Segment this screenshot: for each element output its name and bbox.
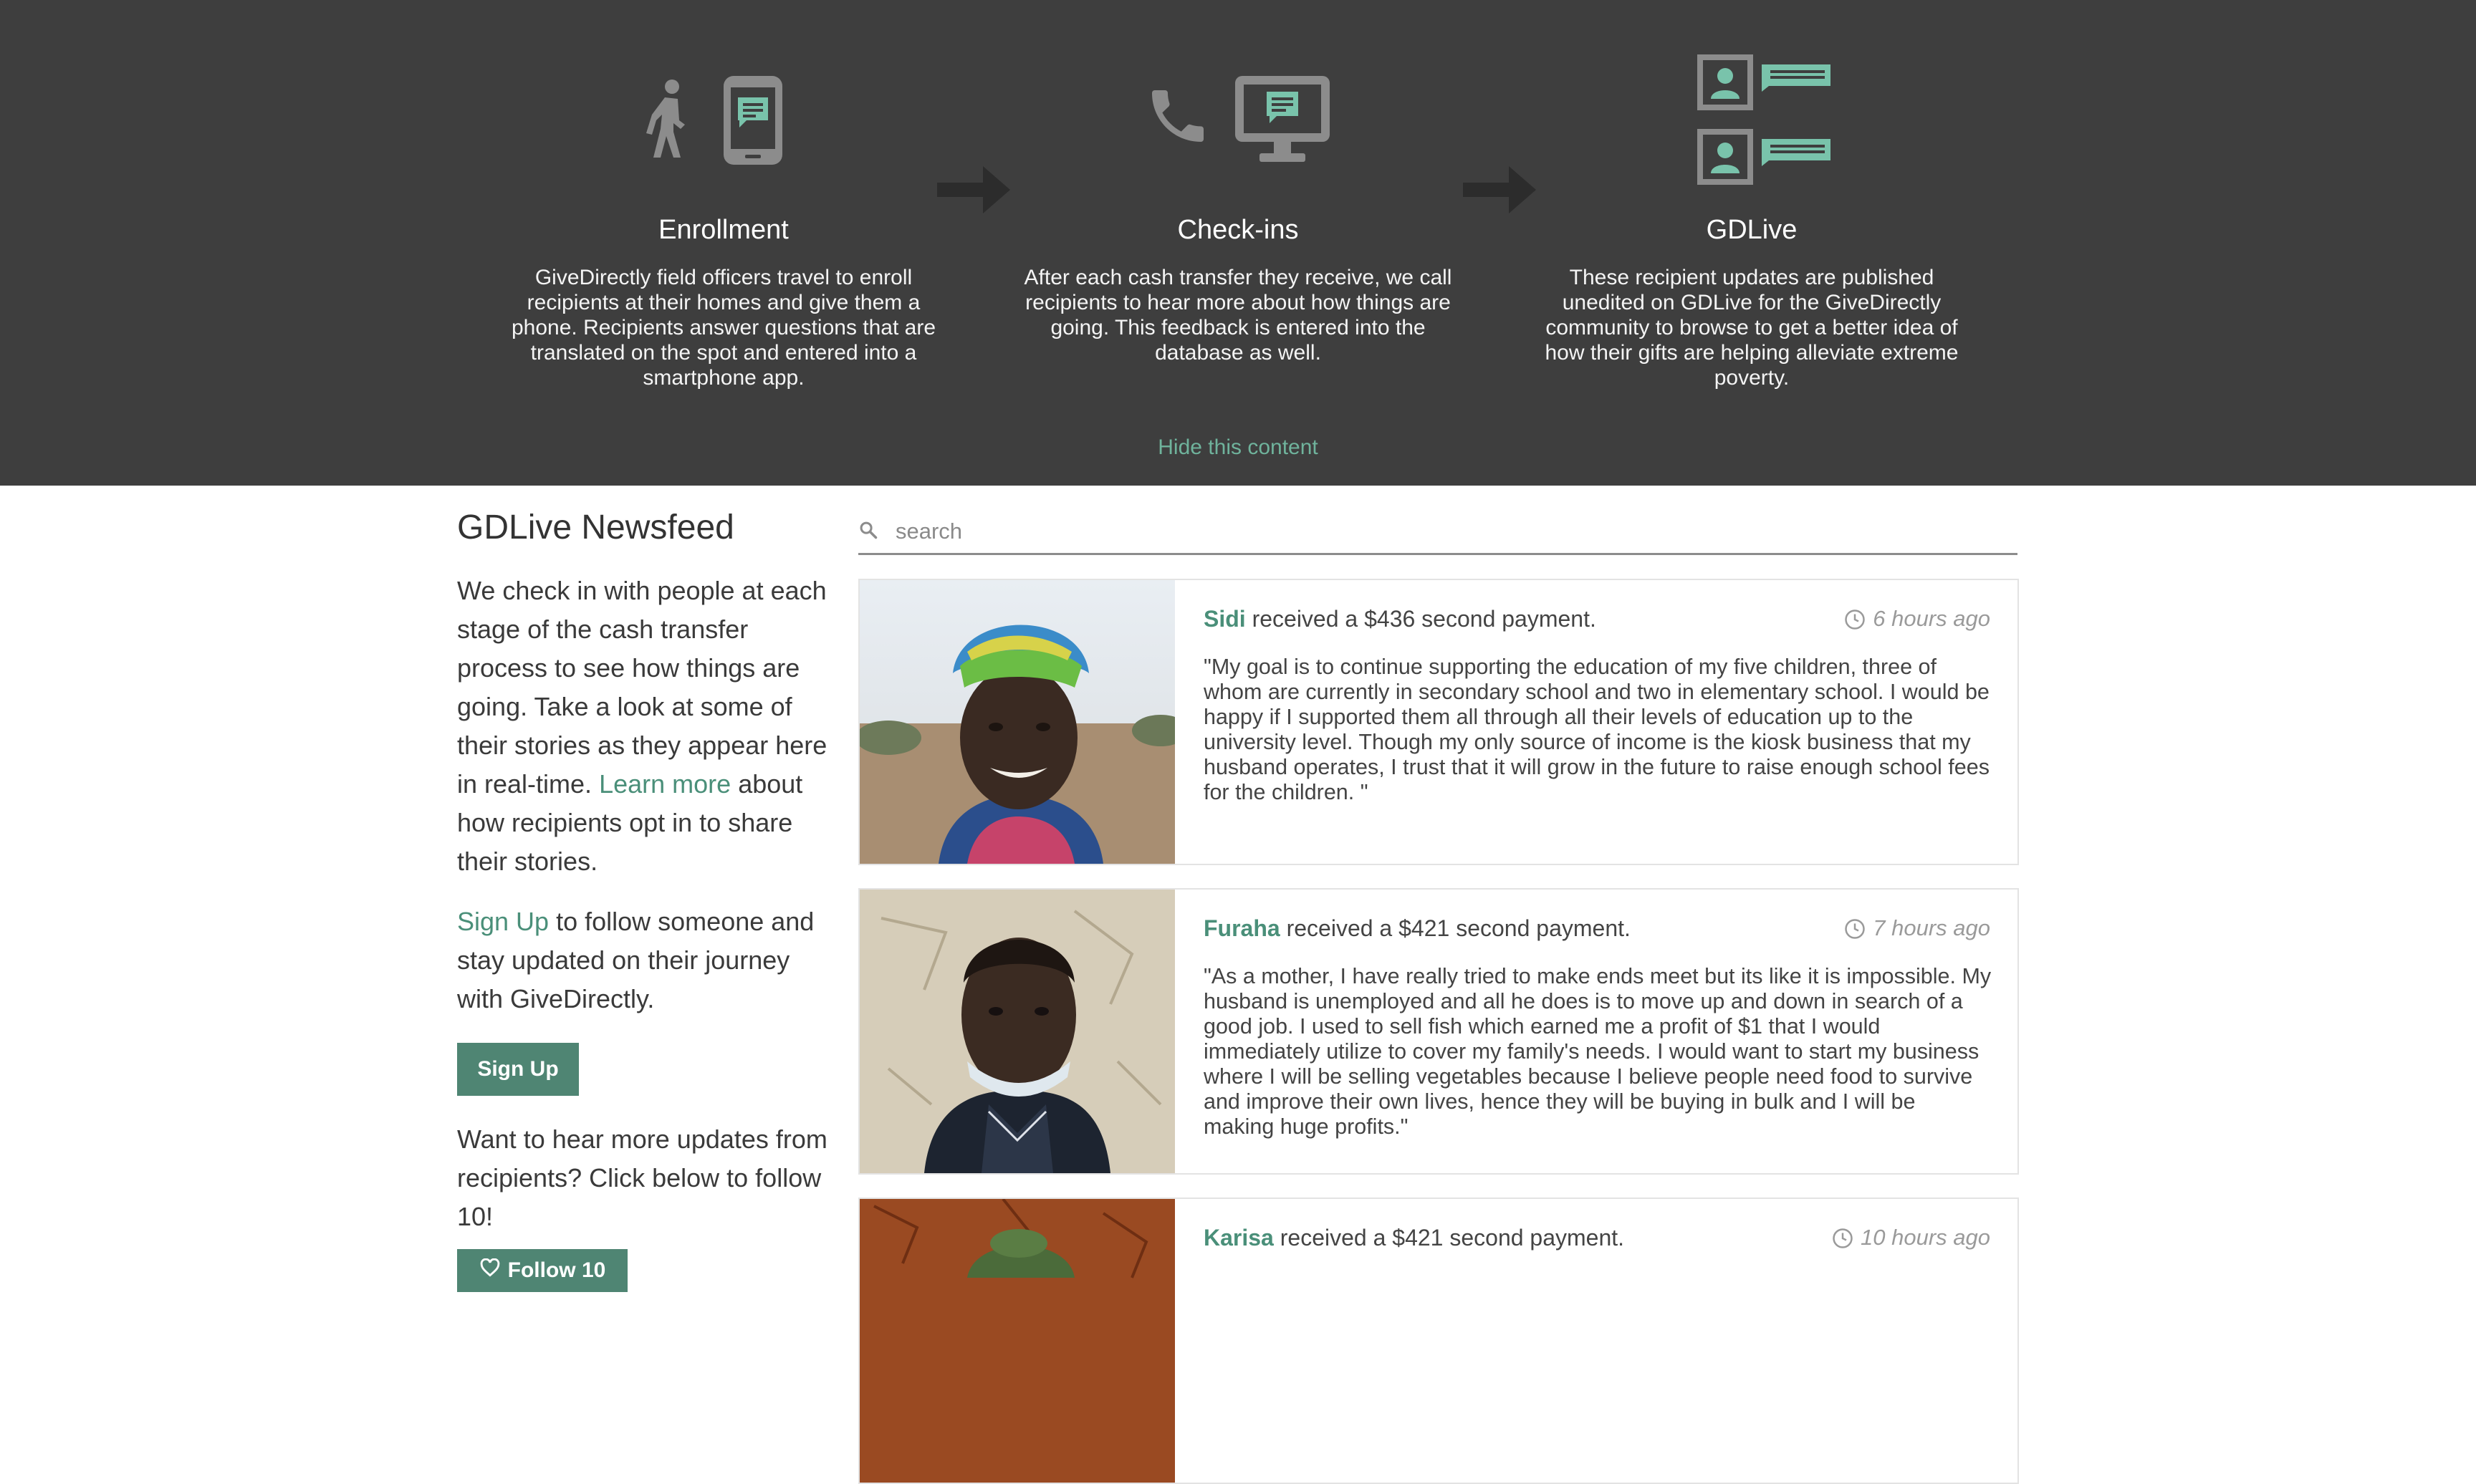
follow-10-button[interactable]: Follow 10 [457, 1249, 628, 1292]
step-enrollment-icons [494, 50, 953, 179]
recipient-photo[interactable] [860, 1199, 1175, 1483]
step-gdlive-icons [1522, 50, 1981, 185]
clock-icon [1845, 610, 1866, 630]
intro-text: We check in with people at each stage of… [457, 572, 830, 881]
step-description: GiveDirectly field officers travel to en… [511, 266, 936, 390]
recipient-name-link[interactable]: Furaha [1204, 915, 1280, 941]
recipient-photo-image [860, 1199, 1175, 1483]
update-action: received a $436 second payment. [1252, 606, 1596, 632]
recipient-photo-image [860, 580, 1175, 864]
step-check-ins-icons [1009, 50, 1467, 179]
timestamp: 10 hours ago [1832, 1225, 1990, 1251]
search-input[interactable] [894, 514, 2000, 549]
recipient-photo[interactable] [860, 580, 1175, 864]
phone-icon [1152, 90, 1204, 142]
clock-icon [1833, 1228, 1853, 1248]
timestamp: 7 hours ago [1844, 915, 1990, 941]
step-description: These recipient updates are published un… [1545, 266, 1959, 390]
feed-card[interactable]: Sidi received a $436 second payment. 6 h… [858, 579, 2019, 865]
recipient-photo-image [860, 890, 1175, 1173]
recipient-quote: "As a mother, I have really tried to mak… [1204, 964, 1992, 1139]
step-title: Check-ins [1177, 215, 1299, 245]
follow-prompt: Want to hear more updates from recipient… [457, 1124, 827, 1231]
heart-icon [480, 1258, 499, 1277]
desktop-chat-icon [1235, 76, 1330, 162]
recipient-photo[interactable] [860, 890, 1175, 1173]
search-bar [858, 510, 2017, 555]
walking-person-icon [646, 80, 685, 158]
update-action: received a $421 second payment. [1280, 1225, 1625, 1251]
update-action: received a $421 second payment. [1286, 915, 1631, 941]
step-title: Enrollment [658, 215, 789, 245]
smartphone-chat-icon [724, 76, 782, 165]
recipient-quote: "My goal is to continue supporting the e… [1204, 655, 1990, 804]
feed-card[interactable]: Karisa received a $421 second payment. 1… [858, 1198, 2019, 1484]
update-headline: Karisa received a $421 second payment. [1204, 1225, 1624, 1251]
how-it-works-banner: Enrollment GiveDirectly field officers t… [0, 0, 2476, 486]
recipient-name-link[interactable]: Karisa [1204, 1225, 1274, 1251]
arrow-right-icon [937, 166, 1010, 213]
learn-more-link[interactable]: Learn more [599, 769, 731, 799]
signup-text: Sign Up to follow someone and stay updat… [457, 902, 830, 1018]
sign-up-button[interactable]: Sign Up [457, 1043, 579, 1096]
search-icon [860, 521, 878, 539]
hide-content-link[interactable]: Hide this content [0, 435, 2476, 460]
recipient-name-link[interactable]: Sidi [1204, 606, 1246, 632]
follow-10-label: Follow 10 [507, 1258, 606, 1282]
timestamp-text: 10 hours ago [1861, 1225, 1990, 1250]
intro-text-start: We check in with people at each stage of… [457, 576, 827, 799]
timestamp-text: 7 hours ago [1873, 915, 1990, 940]
feed-card[interactable]: Furaha received a $421 second payment. 7… [858, 888, 2019, 1175]
clock-icon [1845, 919, 1866, 939]
update-headline: Furaha received a $421 second payment. [1204, 915, 1631, 942]
sidebar: GDLive Newsfeed We check in with people … [457, 506, 830, 1292]
timestamp: 6 hours ago [1844, 606, 1990, 632]
timestamp-text: 6 hours ago [1873, 606, 1990, 631]
sign-up-link[interactable]: Sign Up [457, 907, 549, 936]
profile-updates-icon [1697, 54, 1830, 185]
step-title: GDLive [1706, 215, 1798, 245]
step-description: After each cash transfer they receive, w… [1024, 266, 1452, 365]
page-title: GDLive Newsfeed [457, 509, 734, 546]
update-headline: Sidi received a $436 second payment. [1204, 606, 1596, 632]
